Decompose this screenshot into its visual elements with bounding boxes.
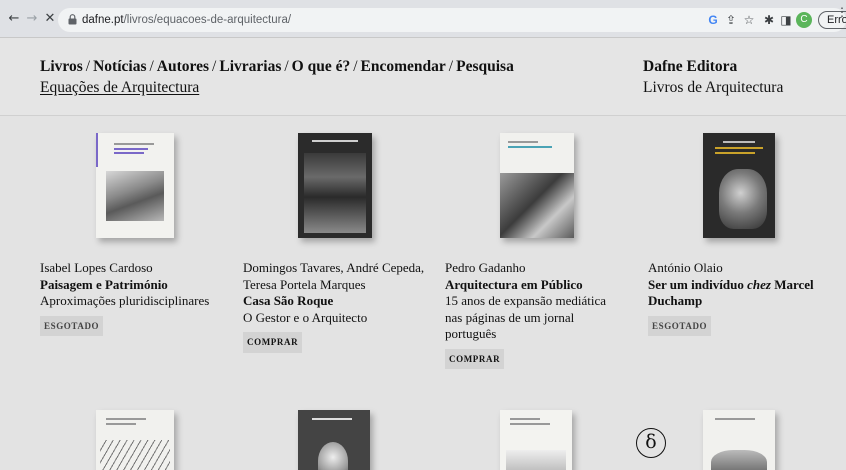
forward-icon[interactable]: → bbox=[24, 11, 40, 27]
book-subtitle: O Gestor e o Arquitecto bbox=[243, 309, 368, 325]
cover-photo bbox=[500, 173, 574, 238]
book-title-part: Ser um indivíduo bbox=[648, 276, 748, 292]
browser-toolbar: ← → ✕ dafne.pt/livros/equacoes-de-arquit… bbox=[0, 0, 846, 38]
address-bar[interactable]: dafne.pt/livros/equacoes-de-arquitectura… bbox=[58, 8, 846, 32]
cover-text-line bbox=[715, 147, 763, 149]
book-cover[interactable] bbox=[96, 410, 174, 470]
menu-separator: / bbox=[149, 58, 154, 75]
menu-item-autores[interactable]: Autores bbox=[157, 58, 209, 75]
book-cover[interactable] bbox=[703, 410, 775, 470]
book-item: Pedro Gadanho Arquitectura em Público 15… bbox=[445, 260, 615, 369]
book-author[interactable]: Pedro Gadanho bbox=[445, 260, 615, 277]
extensions-icon[interactable]: ✱ bbox=[762, 13, 776, 27]
current-collection-link[interactable]: Equações de Arquitectura bbox=[40, 79, 199, 97]
profile-avatar[interactable]: C bbox=[796, 12, 812, 28]
book-cover[interactable] bbox=[298, 410, 370, 470]
cover-text-line bbox=[723, 141, 755, 143]
url-path: /livros/equacoes-de-arquitectura/ bbox=[123, 14, 292, 26]
cover-text-line bbox=[508, 146, 552, 148]
book-item: Domingos Tavares, André Cepeda, Teresa P… bbox=[243, 260, 428, 353]
cover-photo bbox=[304, 153, 366, 233]
url-text: dafne.pt/livros/equacoes-de-arquitectura… bbox=[82, 8, 291, 32]
google-lens-icon[interactable]: G bbox=[706, 13, 720, 27]
menu-item-o-que-e[interactable]: O que é? bbox=[292, 58, 351, 75]
delta-logo-button[interactable]: δ bbox=[636, 428, 666, 458]
menu-separator: / bbox=[448, 58, 454, 75]
book-title[interactable]: Paisagem e Património bbox=[40, 277, 230, 294]
cover-photo bbox=[719, 169, 767, 229]
book-author[interactable]: Domingos Tavares, André Cepeda, Teresa P… bbox=[243, 260, 428, 293]
close-icon[interactable]: ✕ bbox=[42, 11, 58, 27]
cover-text-line bbox=[312, 140, 358, 142]
cover-text-line bbox=[114, 148, 148, 150]
cover-text-line bbox=[114, 143, 154, 145]
buy-button[interactable]: COMPRAR bbox=[445, 348, 505, 369]
menu-item-noticias[interactable]: Notícias bbox=[93, 58, 146, 75]
book-subtitle: Aproximações pluridisciplinares bbox=[40, 293, 210, 308]
brand-name[interactable]: Dafne Editora bbox=[643, 58, 737, 76]
cover-photo bbox=[100, 440, 170, 470]
site-header: Livros / Notícias / Autores / Livrarias / O que … bbox=[0, 38, 846, 116]
book-cover[interactable] bbox=[500, 133, 574, 238]
cover-photo bbox=[506, 450, 566, 470]
menu-item-livrarias[interactable]: Livrarias bbox=[219, 58, 281, 75]
bookmark-star-icon[interactable]: ☆ bbox=[742, 13, 756, 27]
book-author[interactable]: António Olaio bbox=[648, 260, 838, 277]
cover-photo bbox=[318, 442, 348, 470]
menu-separator: / bbox=[284, 58, 289, 75]
book-title[interactable]: Ser um indivíduo chez Marcel Duchamp bbox=[648, 277, 838, 310]
status-badge: ESGOTADO bbox=[40, 315, 104, 336]
cover-photo bbox=[711, 450, 767, 470]
main-menu: Livros / Notícias / Autores / Livrarias / O que … bbox=[40, 58, 514, 76]
cover-text-line bbox=[508, 141, 538, 143]
book-title[interactable]: Casa São Roque bbox=[243, 293, 428, 310]
menu-item-pesquisa[interactable]: Pesquisa bbox=[456, 58, 514, 75]
menu-item-livros[interactable]: Livros bbox=[40, 58, 83, 75]
url-host: dafne.pt bbox=[82, 14, 124, 26]
cover-text-line bbox=[715, 152, 755, 154]
menu-separator: / bbox=[85, 58, 91, 75]
buy-button[interactable]: COMPRAR bbox=[243, 332, 303, 353]
status-badge: ESGOTADO bbox=[648, 315, 712, 336]
cover-text-line bbox=[510, 423, 550, 425]
menu-separator: / bbox=[212, 58, 217, 75]
book-title-emphasis: chez bbox=[747, 276, 771, 292]
sidepanel-icon[interactable]: ◨ bbox=[779, 13, 793, 27]
cover-text-line bbox=[510, 418, 540, 420]
menu-separator: / bbox=[353, 58, 358, 75]
book-subtitle: 15 anos de expansão mediática nas página… bbox=[445, 293, 606, 341]
back-icon[interactable]: ← bbox=[6, 11, 22, 27]
cover-text-line bbox=[106, 418, 146, 420]
book-cover[interactable] bbox=[298, 133, 372, 238]
book-item: Isabel Lopes Cardoso Paisagem e Patrimón… bbox=[40, 260, 230, 336]
menu-item-encomendar[interactable]: Encomendar bbox=[361, 58, 446, 75]
book-title[interactable]: Arquitectura em Público bbox=[445, 277, 615, 294]
cover-text-line bbox=[312, 418, 352, 420]
cover-text-line bbox=[106, 423, 136, 425]
book-cover[interactable] bbox=[96, 133, 174, 238]
more-menu-icon[interactable]: ⋮ bbox=[836, 4, 846, 20]
book-author[interactable]: Isabel Lopes Cardoso bbox=[40, 260, 230, 277]
brand-subtitle: Livros de Arquitectura bbox=[643, 79, 784, 96]
share-icon[interactable]: ⇪ bbox=[724, 13, 738, 27]
book-cover[interactable] bbox=[703, 133, 775, 238]
cover-photo bbox=[106, 171, 164, 221]
cover-accent bbox=[96, 133, 98, 167]
cover-text-line bbox=[114, 152, 144, 154]
book-item: António Olaio Ser um indivíduo chez Marc… bbox=[648, 260, 838, 336]
lock-icon bbox=[68, 14, 77, 25]
cover-text-line bbox=[715, 418, 755, 420]
book-cover[interactable] bbox=[500, 410, 572, 470]
